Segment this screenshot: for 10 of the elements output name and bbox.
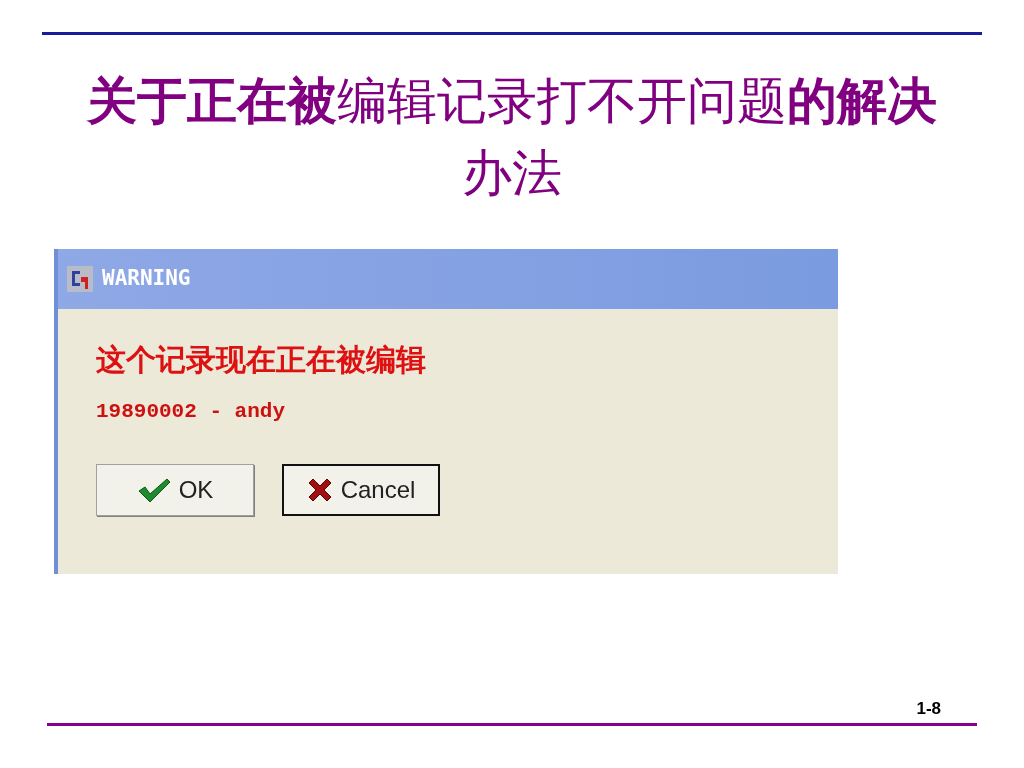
page-number: 1-8 xyxy=(916,697,941,720)
warning-message: 这个记录现在正在被编辑 xyxy=(96,341,427,379)
window-title: WARNING xyxy=(102,265,191,293)
cross-icon xyxy=(306,476,333,503)
record-detail: 19890002 - andy xyxy=(96,399,287,425)
checkmark-icon xyxy=(136,476,171,503)
app-logo-icon xyxy=(66,265,94,293)
cancel-button[interactable]: Cancel xyxy=(282,463,440,516)
slide-title: 关于正在被编辑记录打不开问题的解决办法 xyxy=(85,71,938,204)
ok-button[interactable]: OK xyxy=(96,463,254,516)
